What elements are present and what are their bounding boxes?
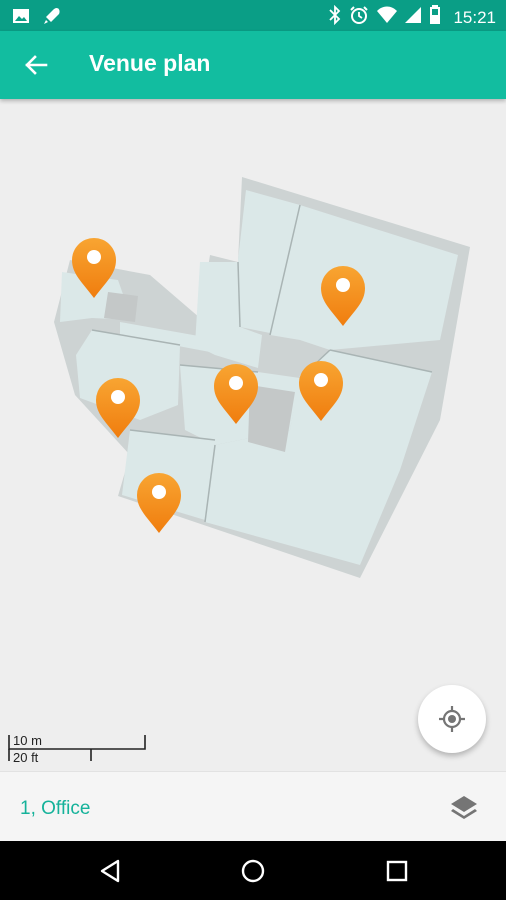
nav-home-button[interactable]	[240, 858, 266, 884]
home-circle-icon	[241, 859, 265, 883]
poi-marker[interactable]	[299, 361, 343, 421]
recents-square-icon	[386, 860, 408, 882]
my-location-button[interactable]	[418, 685, 486, 753]
battery-icon	[429, 5, 441, 30]
back-button[interactable]	[22, 51, 50, 79]
system-nav-bar	[0, 841, 506, 900]
layers-icon	[451, 796, 477, 819]
image-icon	[12, 7, 30, 30]
level-bar: 1, Office	[0, 771, 506, 842]
rocket-icon	[42, 6, 62, 31]
signal-icon	[405, 6, 422, 29]
poi-marker[interactable]	[321, 266, 365, 326]
bluetooth-icon	[329, 4, 341, 30]
venue-map[interactable]	[0, 99, 506, 771]
nav-recents-button[interactable]	[384, 858, 410, 884]
back-triangle-icon	[100, 859, 120, 883]
scale-bar: 10 m 20 ft	[8, 733, 148, 765]
clock-time: 15:21	[453, 7, 496, 27]
markers-layer	[72, 238, 365, 533]
poi-marker[interactable]	[72, 238, 116, 298]
nav-back-button[interactable]	[98, 858, 124, 884]
arrow-back-icon	[25, 55, 48, 75]
wifi-icon	[377, 6, 398, 29]
layers-button[interactable]	[450, 794, 478, 822]
alarm-icon	[349, 5, 369, 30]
status-bar: 15:21	[0, 0, 506, 31]
app-bar: Venue plan	[0, 31, 506, 99]
scale-imperial-label: 20 ft	[13, 750, 39, 765]
page-title: Venue plan	[89, 50, 211, 76]
poi-marker[interactable]	[214, 364, 258, 424]
poi-marker[interactable]	[96, 378, 140, 438]
scale-metric-label: 10 m	[13, 733, 42, 748]
poi-marker[interactable]	[137, 473, 181, 533]
my-location-icon	[439, 706, 465, 732]
level-selector[interactable]: 1, Office	[20, 798, 90, 820]
